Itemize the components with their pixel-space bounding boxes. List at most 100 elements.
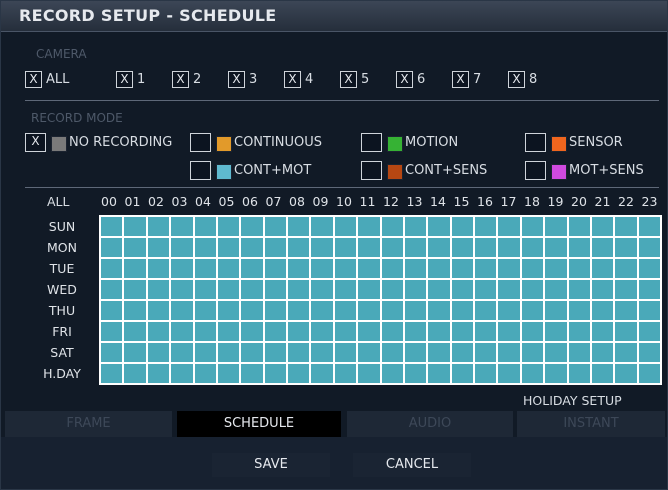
holiday-setup-button[interactable]: HOLIDAY SETUP [523,393,622,408]
schedule-cell[interactable] [638,343,660,362]
schedule-cell[interactable] [381,217,403,236]
schedule-cell[interactable] [171,259,193,278]
schedule-cell[interactable] [381,259,403,278]
schedule-cell[interactable] [498,280,520,299]
schedule-cell[interactable] [521,322,544,341]
schedule-cell[interactable] [568,280,590,299]
hour-label[interactable]: 20 [571,194,587,209]
schedule-cell[interactable] [568,322,590,341]
schedule-cell[interactable] [241,343,263,362]
schedule-cell[interactable] [241,217,263,236]
schedule-cell[interactable] [311,259,333,278]
hour-label[interactable]: 02 [148,194,164,209]
schedule-cell[interactable] [264,301,286,320]
schedule-cell[interactable] [498,343,520,362]
hour-label[interactable]: 12 [383,194,399,209]
schedule-cell[interactable] [124,259,146,278]
camera-checkbox-8[interactable]: X [508,71,525,88]
schedule-cell[interactable] [264,343,286,362]
hour-label[interactable]: 17 [501,194,517,209]
schedule-cell[interactable] [615,322,637,341]
schedule-cell[interactable] [568,343,590,362]
schedule-cell[interactable] [311,301,333,320]
schedule-cell[interactable] [217,217,240,236]
schedule-cell[interactable] [638,364,660,383]
schedule-cell[interactable] [334,343,357,362]
schedule-cell[interactable] [358,238,380,257]
schedule-cell[interactable] [241,259,263,278]
hour-label[interactable]: 00 [101,194,117,209]
schedule-cell[interactable] [428,238,450,257]
day-label[interactable]: MON [39,240,85,255]
camera-checkbox-7[interactable]: X [452,71,469,88]
schedule-cell[interactable] [615,280,637,299]
schedule-cell[interactable] [311,280,333,299]
schedule-cell[interactable] [334,364,357,383]
schedule-cell[interactable] [475,217,497,236]
hour-label[interactable]: 09 [313,194,329,209]
hour-label[interactable]: 18 [524,194,540,209]
schedule-cell[interactable] [101,322,123,341]
schedule-cell[interactable] [475,259,497,278]
mode-checkbox-cont-sens[interactable] [361,161,382,180]
schedule-cell[interactable] [591,301,614,320]
schedule-cell[interactable] [171,301,193,320]
schedule-cell[interactable] [568,301,590,320]
schedule-cell[interactable] [217,322,240,341]
schedule-cell[interactable] [171,217,193,236]
hour-label[interactable]: 04 [195,194,211,209]
schedule-cell[interactable] [381,301,403,320]
schedule-cell[interactable] [428,217,450,236]
day-label[interactable]: TUE [39,261,85,276]
schedule-cell[interactable] [498,322,520,341]
schedule-cell[interactable] [288,343,310,362]
camera-checkbox-6[interactable]: X [396,71,413,88]
mode-checkbox-sensor[interactable] [525,133,546,152]
schedule-cell[interactable] [545,364,567,383]
schedule-cell[interactable] [194,217,216,236]
schedule-cell[interactable] [638,238,660,257]
schedule-cell[interactable] [451,280,473,299]
schedule-cell[interactable] [124,364,146,383]
schedule-cell[interactable] [428,343,450,362]
schedule-cell[interactable] [311,322,333,341]
schedule-cell[interactable] [545,217,567,236]
schedule-cell[interactable] [498,301,520,320]
schedule-cell[interactable] [521,259,544,278]
schedule-grid[interactable] [99,215,662,385]
schedule-cell[interactable] [264,322,286,341]
schedule-cell[interactable] [638,280,660,299]
schedule-cell[interactable] [545,322,567,341]
schedule-cell[interactable] [428,259,450,278]
hour-label[interactable]: 13 [407,194,423,209]
schedule-cell[interactable] [311,364,333,383]
schedule-cell[interactable] [428,322,450,341]
schedule-cell[interactable] [217,238,240,257]
schedule-cell[interactable] [241,238,263,257]
mode-checkbox-motion[interactable] [361,133,382,152]
schedule-cell[interactable] [241,280,263,299]
schedule-cell[interactable] [288,280,310,299]
all-hours-button[interactable]: ALL [47,194,69,209]
schedule-cell[interactable] [638,301,660,320]
schedule-cell[interactable] [498,238,520,257]
schedule-cell[interactable] [171,364,193,383]
schedule-cell[interactable] [475,301,497,320]
schedule-cell[interactable] [475,364,497,383]
schedule-cell[interactable] [334,238,357,257]
schedule-cell[interactable] [334,280,357,299]
schedule-cell[interactable] [428,280,450,299]
schedule-cell[interactable] [451,322,473,341]
schedule-cell[interactable] [591,322,614,341]
schedule-cell[interactable] [521,280,544,299]
schedule-cell[interactable] [545,343,567,362]
camera-checkbox-1[interactable]: X [116,71,133,88]
schedule-cell[interactable] [288,301,310,320]
schedule-cell[interactable] [217,343,240,362]
schedule-cell[interactable] [451,364,473,383]
day-label[interactable]: FRI [39,324,85,339]
schedule-cell[interactable] [404,364,427,383]
schedule-cell[interactable] [171,238,193,257]
schedule-cell[interactable] [615,259,637,278]
schedule-cell[interactable] [288,238,310,257]
